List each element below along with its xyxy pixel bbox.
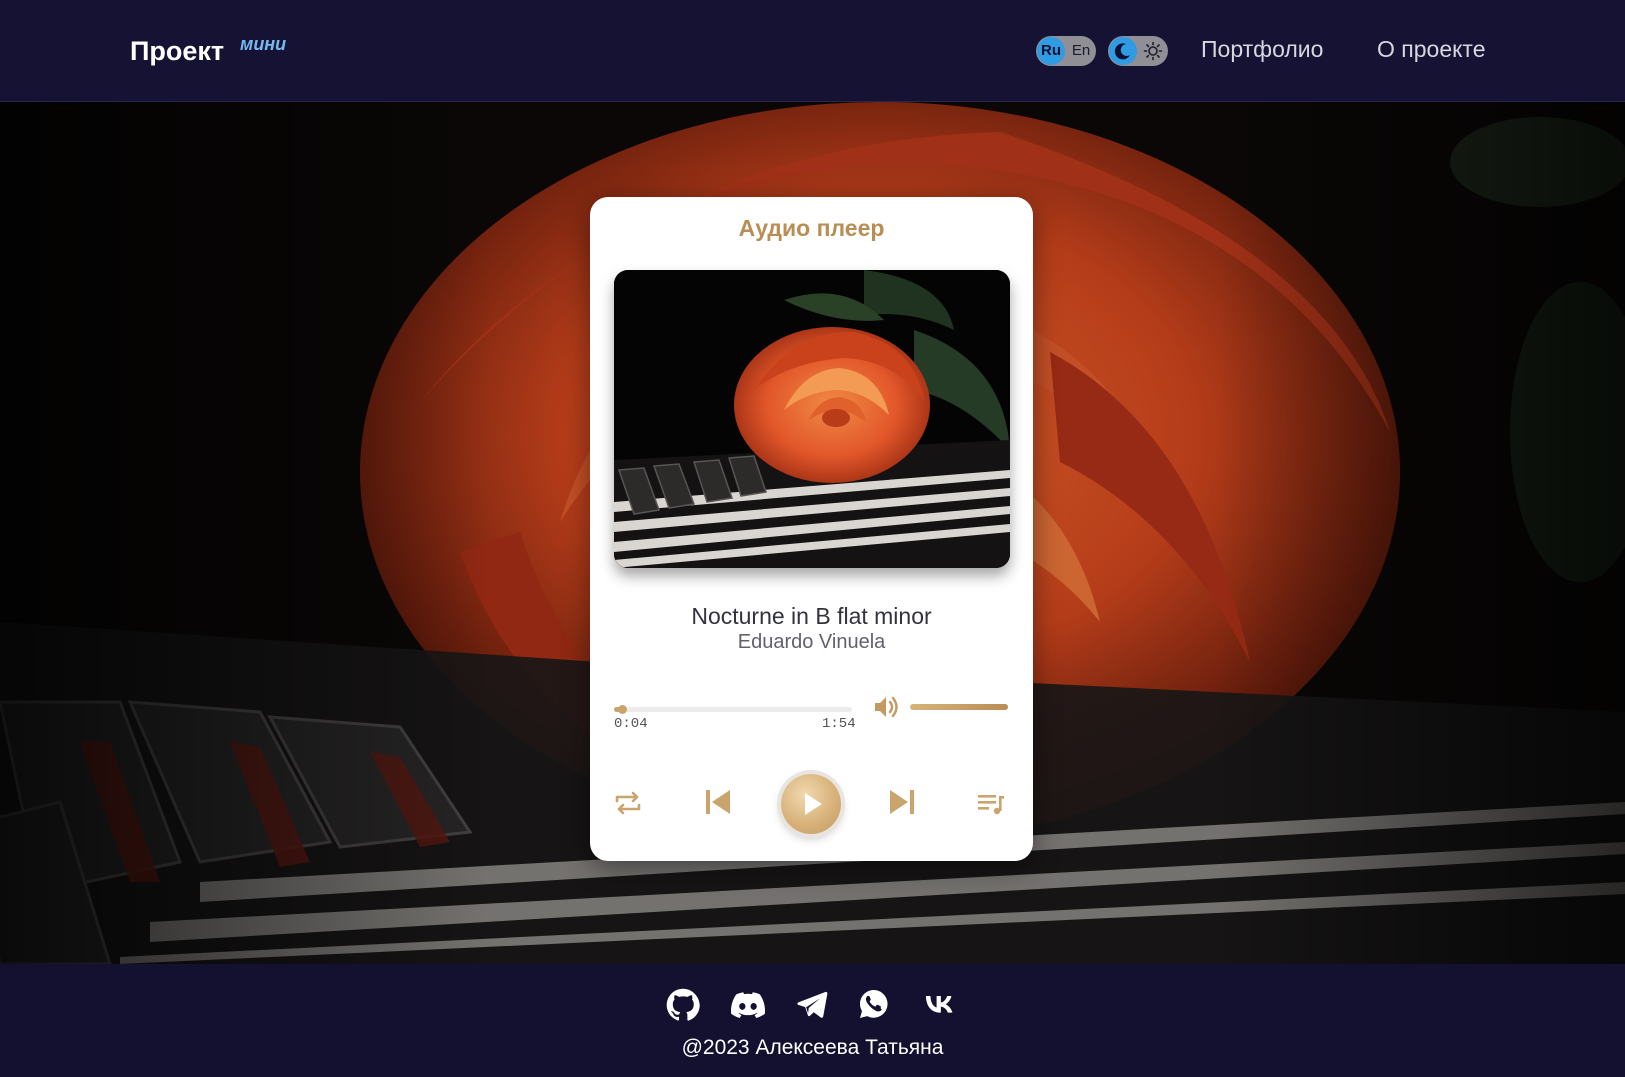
previous-track-icon[interactable] xyxy=(704,787,732,822)
progress-slider[interactable] xyxy=(614,705,852,714)
copyright-text: @2023 Алексеева Татьяна xyxy=(681,1036,944,1059)
sun-icon[interactable] xyxy=(1139,37,1167,65)
nav-portfolio-link[interactable]: Портфолио xyxy=(1201,36,1323,63)
audio-player-card: Аудио плеер Nocturne in B flat minor Edu… xyxy=(590,197,1033,861)
vk-icon[interactable] xyxy=(921,988,955,1022)
brand-superscript: мини xyxy=(240,34,287,54)
telegram-icon[interactable] xyxy=(796,988,830,1022)
play-button[interactable] xyxy=(781,774,841,834)
repeat-icon[interactable] xyxy=(614,788,642,823)
next-track-icon[interactable] xyxy=(888,787,916,822)
volume-icon[interactable] xyxy=(873,694,901,725)
lang-en-option[interactable]: En xyxy=(1067,37,1095,65)
track-title: Nocturne in B flat minor xyxy=(691,603,932,629)
lang-ru-option[interactable]: Ru xyxy=(1037,37,1065,65)
github-icon[interactable] xyxy=(666,988,700,1022)
moon-icon[interactable] xyxy=(1109,37,1137,65)
total-time: 1:54 xyxy=(822,716,856,732)
language-toggle[interactable]: Ru En xyxy=(1036,36,1096,66)
volume-fill xyxy=(910,704,1008,710)
theme-toggle[interactable] xyxy=(1108,36,1168,66)
play-icon xyxy=(805,793,822,815)
progress-thumb[interactable] xyxy=(618,705,628,714)
nav-about-link[interactable]: О проекте xyxy=(1377,36,1486,63)
site-footer: @2023 Алексеева Татьяна xyxy=(0,964,1625,1077)
playlist-icon[interactable] xyxy=(977,788,1005,823)
discord-icon[interactable] xyxy=(730,988,766,1022)
site-header: Проект мини Ru En Портфолио О проекте xyxy=(0,0,1625,102)
album-cover-image xyxy=(614,270,1010,568)
current-time: 0:04 xyxy=(614,716,648,732)
whatsapp-icon[interactable] xyxy=(858,988,892,1022)
volume-slider[interactable] xyxy=(910,704,1008,710)
brand-logo[interactable]: Проект xyxy=(130,36,224,67)
track-artist: Eduardo Vinuela xyxy=(737,631,886,653)
player-title: Аудио плеер xyxy=(738,215,885,241)
hero-background: Аудио плеер Nocturne in B flat minor Edu… xyxy=(0,102,1625,964)
